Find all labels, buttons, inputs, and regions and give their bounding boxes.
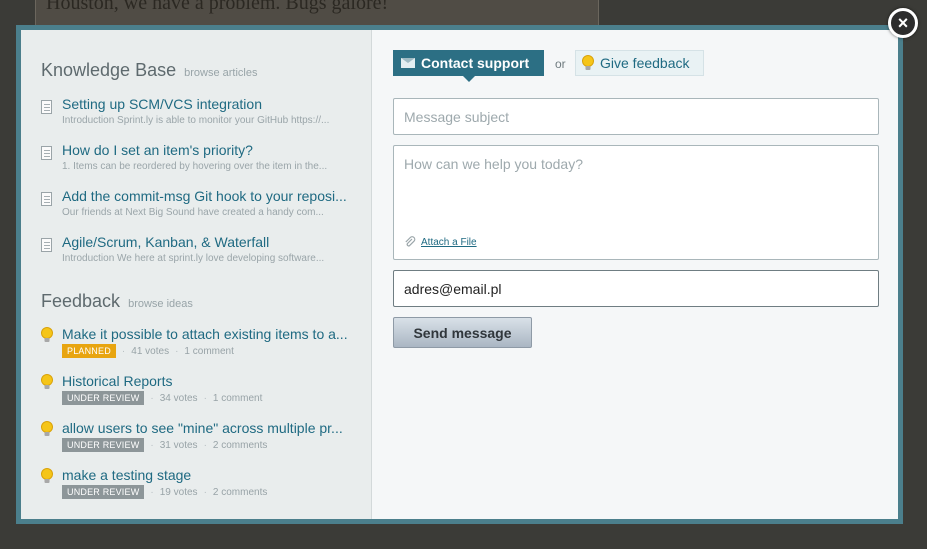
attach-file-label: Attach a File xyxy=(421,236,477,248)
idea-title[interactable]: make a testing stage xyxy=(62,467,354,483)
tab-contact-support[interactable]: Contact support xyxy=(393,50,544,82)
tab-contact-label: Contact support xyxy=(421,55,530,71)
idea-meta: UNDER REVIEW · 34 votes · 1 comment xyxy=(62,391,262,405)
idea-item[interactable]: Historical Reports UNDER REVIEW · 34 vot… xyxy=(41,373,361,413)
article-excerpt: 1. Items can be reordered by hovering ov… xyxy=(62,161,328,172)
lightbulb-icon xyxy=(41,468,53,483)
article-title[interactable]: How do I set an item's priority? xyxy=(62,142,354,158)
paperclip-icon xyxy=(405,236,416,247)
close-button[interactable]: × xyxy=(888,8,918,38)
lightbulb-icon xyxy=(41,327,53,342)
comment-count: 2 comments xyxy=(212,486,268,498)
idea-item[interactable]: Make it possible to attach existing item… xyxy=(41,326,361,366)
left-panel: Knowledge Base browse articles Setting u… xyxy=(21,30,372,519)
email-input[interactable] xyxy=(393,270,879,307)
lightbulb-icon xyxy=(582,55,594,70)
article-excerpt: Introduction Sprint.ly is able to monito… xyxy=(62,115,330,126)
idea-meta: UNDER REVIEW · 19 votes · 2 comments xyxy=(62,485,267,499)
article-item[interactable]: Setting up SCM/VCS integration Introduct… xyxy=(41,96,361,136)
document-icon xyxy=(41,192,52,206)
article-excerpt: Introduction We here at sprint.ly love d… xyxy=(62,253,325,264)
vote-count: 31 votes xyxy=(159,439,198,451)
article-title[interactable]: Add the commit-msg Git hook to your repo… xyxy=(62,188,354,204)
feedback-heading: Feedback browse ideas xyxy=(41,291,193,312)
comment-count: 2 comments xyxy=(212,439,268,451)
vote-count: 19 votes xyxy=(159,486,198,498)
status-badge: UNDER REVIEW xyxy=(62,485,145,499)
lightbulb-icon xyxy=(41,374,53,389)
attach-file-link[interactable]: Attach a File xyxy=(404,236,477,248)
tab-give-feedback[interactable]: Give feedback xyxy=(575,50,704,76)
browse-ideas-link[interactable]: browse ideas xyxy=(128,298,193,310)
status-badge: UNDER REVIEW xyxy=(62,438,145,452)
idea-meta: UNDER REVIEW · 31 votes · 2 comments xyxy=(62,438,267,452)
comment-count: 1 comment xyxy=(212,392,263,404)
message-subject-input[interactable] xyxy=(393,98,879,135)
vote-count: 41 votes xyxy=(131,345,170,357)
tab-feedback-label: Give feedback xyxy=(600,55,690,71)
contact-panel: Contact support or Give feedback Attach … xyxy=(372,30,898,519)
article-item[interactable]: How do I set an item's priority? 1. Item… xyxy=(41,142,361,182)
idea-title[interactable]: allow users to see "mine" across multipl… xyxy=(62,420,354,436)
knowledge-base-heading: Knowledge Base browse articles xyxy=(41,60,257,81)
modal-body: Knowledge Base browse articles Setting u… xyxy=(21,30,898,519)
close-icon: × xyxy=(897,12,909,33)
article-excerpt: Our friends at Next Big Sound have creat… xyxy=(62,207,324,218)
idea-title[interactable]: Historical Reports xyxy=(62,373,354,389)
vote-count: 34 votes xyxy=(159,392,198,404)
article-title[interactable]: Agile/Scrum, Kanban, & Waterfall xyxy=(62,234,354,250)
background-heading: Houston, we have a problem. Bugs galore! xyxy=(46,0,389,14)
send-message-button[interactable]: Send message xyxy=(393,317,532,348)
article-title[interactable]: Setting up SCM/VCS integration xyxy=(62,96,354,112)
or-separator: or xyxy=(555,57,566,71)
idea-title[interactable]: Make it possible to attach existing item… xyxy=(62,326,354,342)
idea-item[interactable]: allow users to see "mine" across multipl… xyxy=(41,420,361,460)
status-badge: UNDER REVIEW xyxy=(62,391,145,405)
browse-articles-link[interactable]: browse articles xyxy=(184,67,257,79)
article-item[interactable]: Agile/Scrum, Kanban, & Waterfall Introdu… xyxy=(41,234,361,274)
status-badge: PLANNED xyxy=(62,344,116,358)
feedback-title: Feedback xyxy=(41,291,121,311)
document-icon xyxy=(41,100,52,114)
support-modal: Knowledge Base browse articles Setting u… xyxy=(16,25,903,524)
comment-count: 1 comment xyxy=(184,345,234,357)
document-icon xyxy=(41,238,52,252)
idea-meta: PLANNED · 41 votes · 1 comment xyxy=(62,344,234,358)
article-item[interactable]: Add the commit-msg Git hook to your repo… xyxy=(41,188,361,228)
document-icon xyxy=(41,146,52,160)
knowledge-base-title: Knowledge Base xyxy=(41,60,177,80)
envelope-icon xyxy=(401,58,415,68)
lightbulb-icon xyxy=(41,421,53,436)
idea-item[interactable]: make a testing stage UNDER REVIEW · 19 v… xyxy=(41,467,361,507)
